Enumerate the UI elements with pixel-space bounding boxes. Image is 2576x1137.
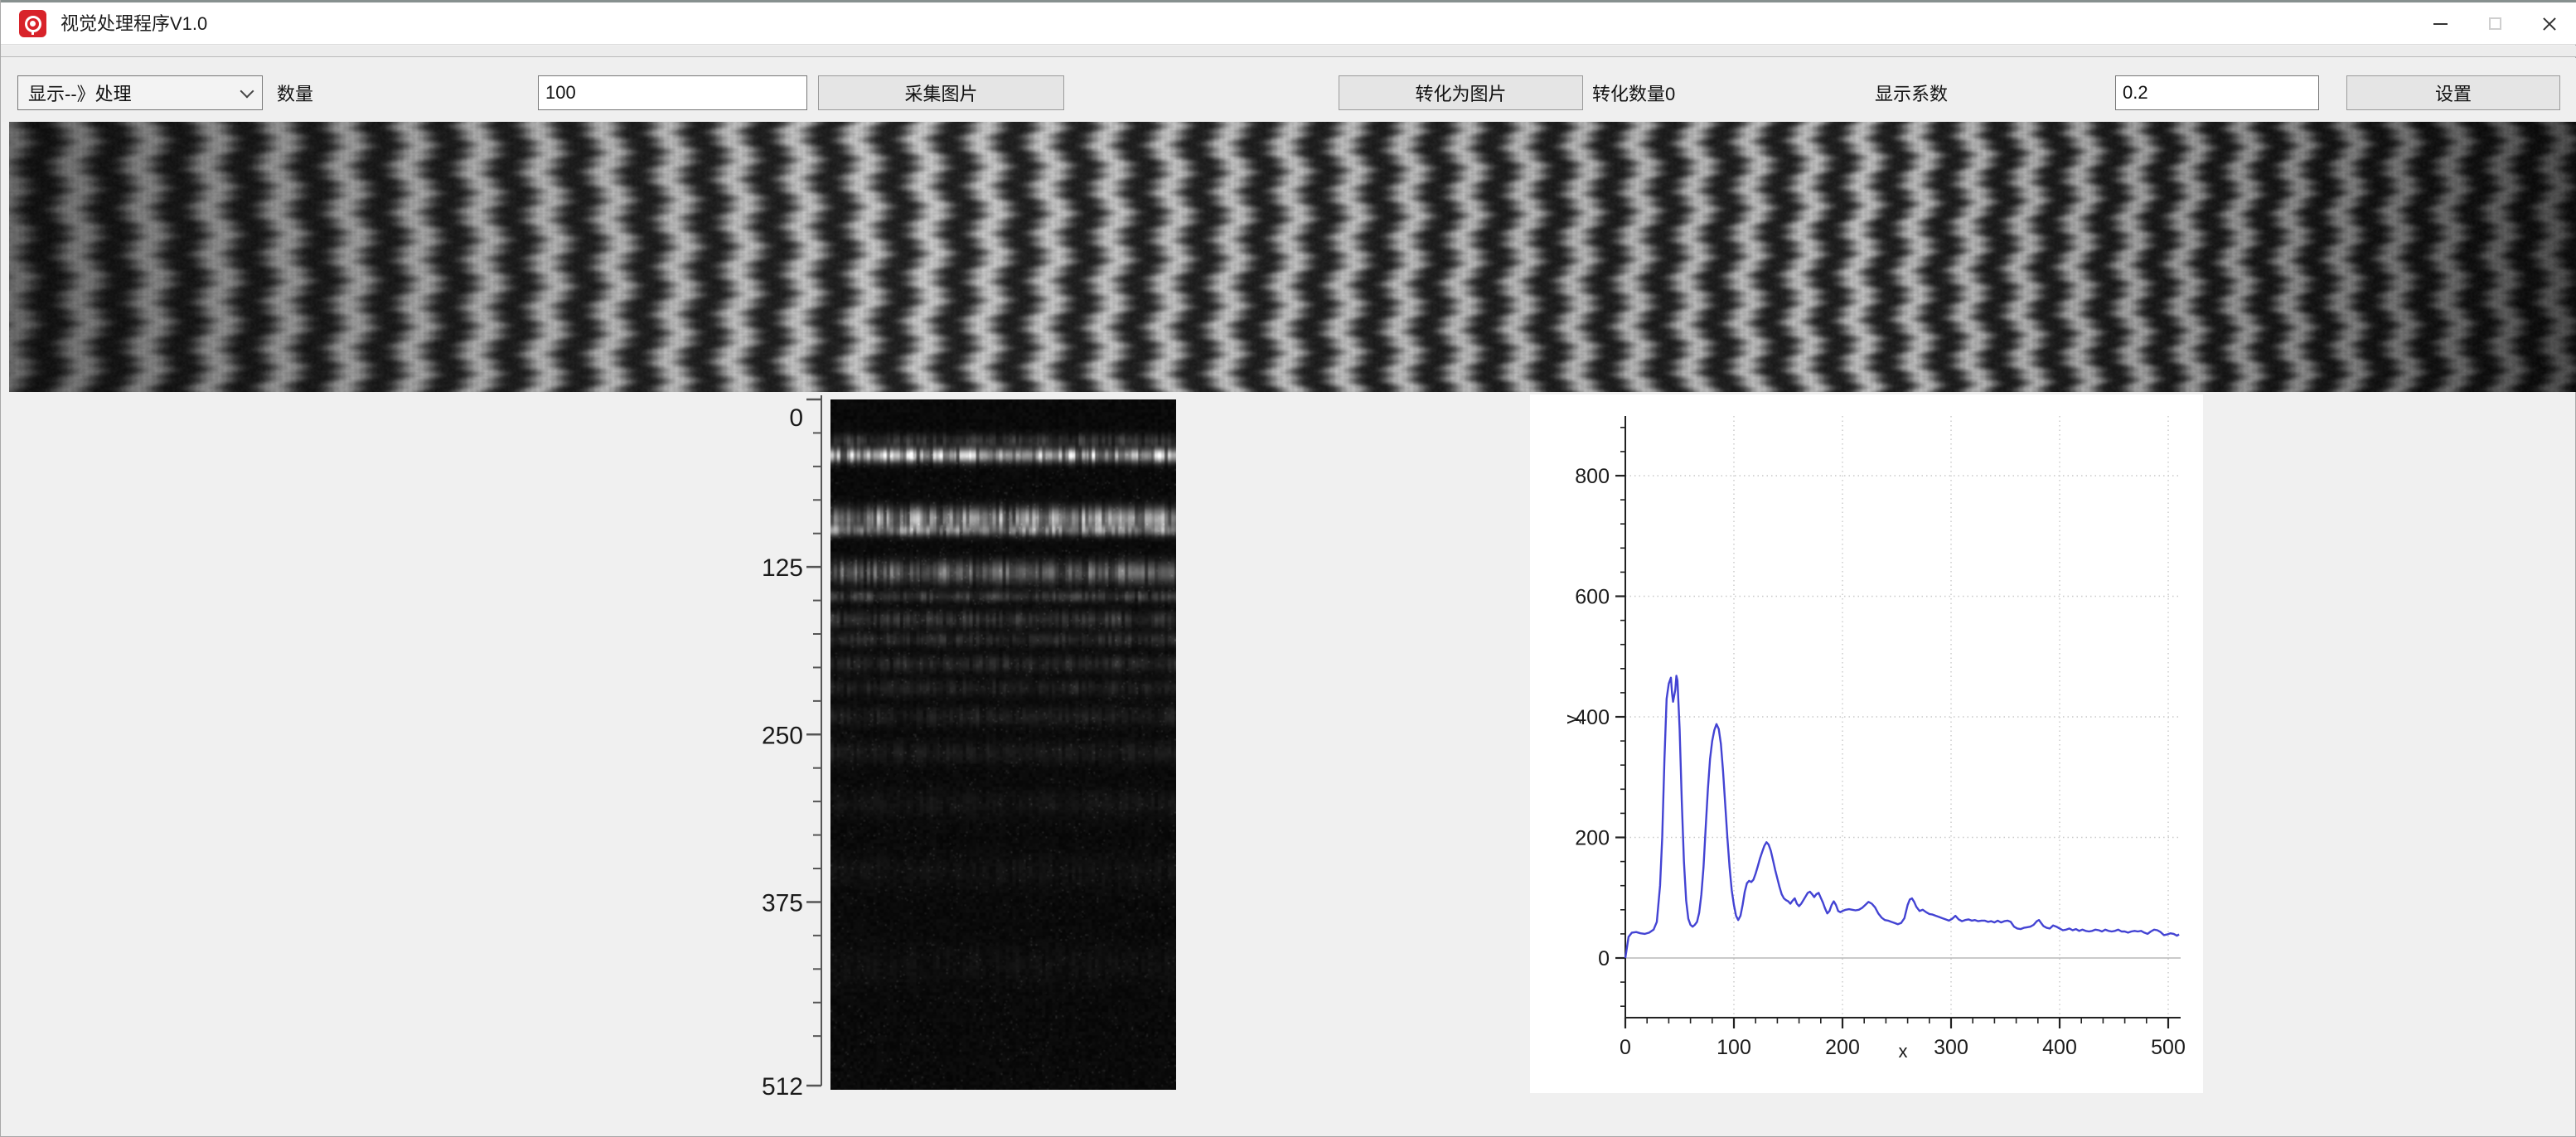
settings-button[interactable]: 设置: [2346, 75, 2560, 110]
svg-text:400: 400: [2042, 1036, 2077, 1059]
minimize-icon: [2433, 23, 2448, 25]
svg-text:0: 0: [1598, 947, 1610, 970]
svg-text:375: 375: [762, 889, 803, 917]
toolbar: 显示--》处理 数量 采集图片 转化为图片 转化数量0 显示系数 设置: [1, 58, 2576, 122]
svg-text:200: 200: [1825, 1036, 1860, 1059]
quantity-input[interactable]: [538, 75, 807, 110]
chart-panel: 02004006008000100200300400500xy: [1530, 394, 2203, 1093]
svg-text:300: 300: [1934, 1036, 1968, 1059]
spectrum-chart: 02004006008000100200300400500xy: [1530, 394, 2203, 1093]
fringe-image: [9, 122, 2576, 392]
minimize-button[interactable]: [2413, 2, 2467, 45]
spectrogram-image: [830, 399, 1176, 1090]
svg-text:100: 100: [1717, 1036, 1751, 1059]
spectrogram-axis: 0 125 250 375 512: [747, 389, 830, 1102]
display-mode-select[interactable]: 显示--》处理: [17, 75, 263, 110]
svg-text:0: 0: [789, 404, 803, 432]
svg-text:y: y: [1561, 715, 1581, 724]
maximize-button[interactable]: [2467, 2, 2522, 45]
svg-text:x: x: [1899, 1041, 1908, 1062]
display-coeff-input[interactable]: [2115, 75, 2319, 110]
quantity-label: 数量: [277, 75, 313, 110]
window-title: 视觉处理程序V1.0: [61, 2, 207, 45]
capture-images-button[interactable]: 采集图片: [818, 75, 1064, 110]
close-icon: [2542, 17, 2557, 31]
svg-text:600: 600: [1575, 586, 1610, 609]
display-coeff-label: 显示系数: [1875, 75, 1948, 110]
eye-pupil-icon: [30, 21, 36, 27]
convert-count-label: 转化数量0: [1592, 75, 1675, 110]
title-bar: 视觉处理程序V1.0: [1, 2, 2576, 45]
display-mode-value: 显示--》处理: [28, 80, 132, 106]
svg-text:125: 125: [762, 554, 803, 582]
close-button[interactable]: [2522, 2, 2576, 45]
svg-text:800: 800: [1575, 465, 1610, 488]
app-logo-icon: [19, 10, 46, 37]
menu-strip: [1, 46, 2576, 57]
convert-to-image-button[interactable]: 转化为图片: [1339, 75, 1583, 110]
svg-text:500: 500: [2151, 1036, 2186, 1059]
maximize-icon: [2489, 17, 2501, 30]
svg-text:200: 200: [1575, 827, 1610, 850]
svg-text:0: 0: [1620, 1036, 1631, 1059]
svg-text:250: 250: [762, 722, 803, 749]
eye-stem-icon: [31, 30, 34, 35]
app-window: 视觉处理程序V1.0 显示--》处理 数量 采集图片 转化为图片 转化数量0 显…: [0, 0, 2576, 1137]
chevron-down-icon: [240, 84, 254, 98]
svg-text:512: 512: [762, 1073, 803, 1101]
